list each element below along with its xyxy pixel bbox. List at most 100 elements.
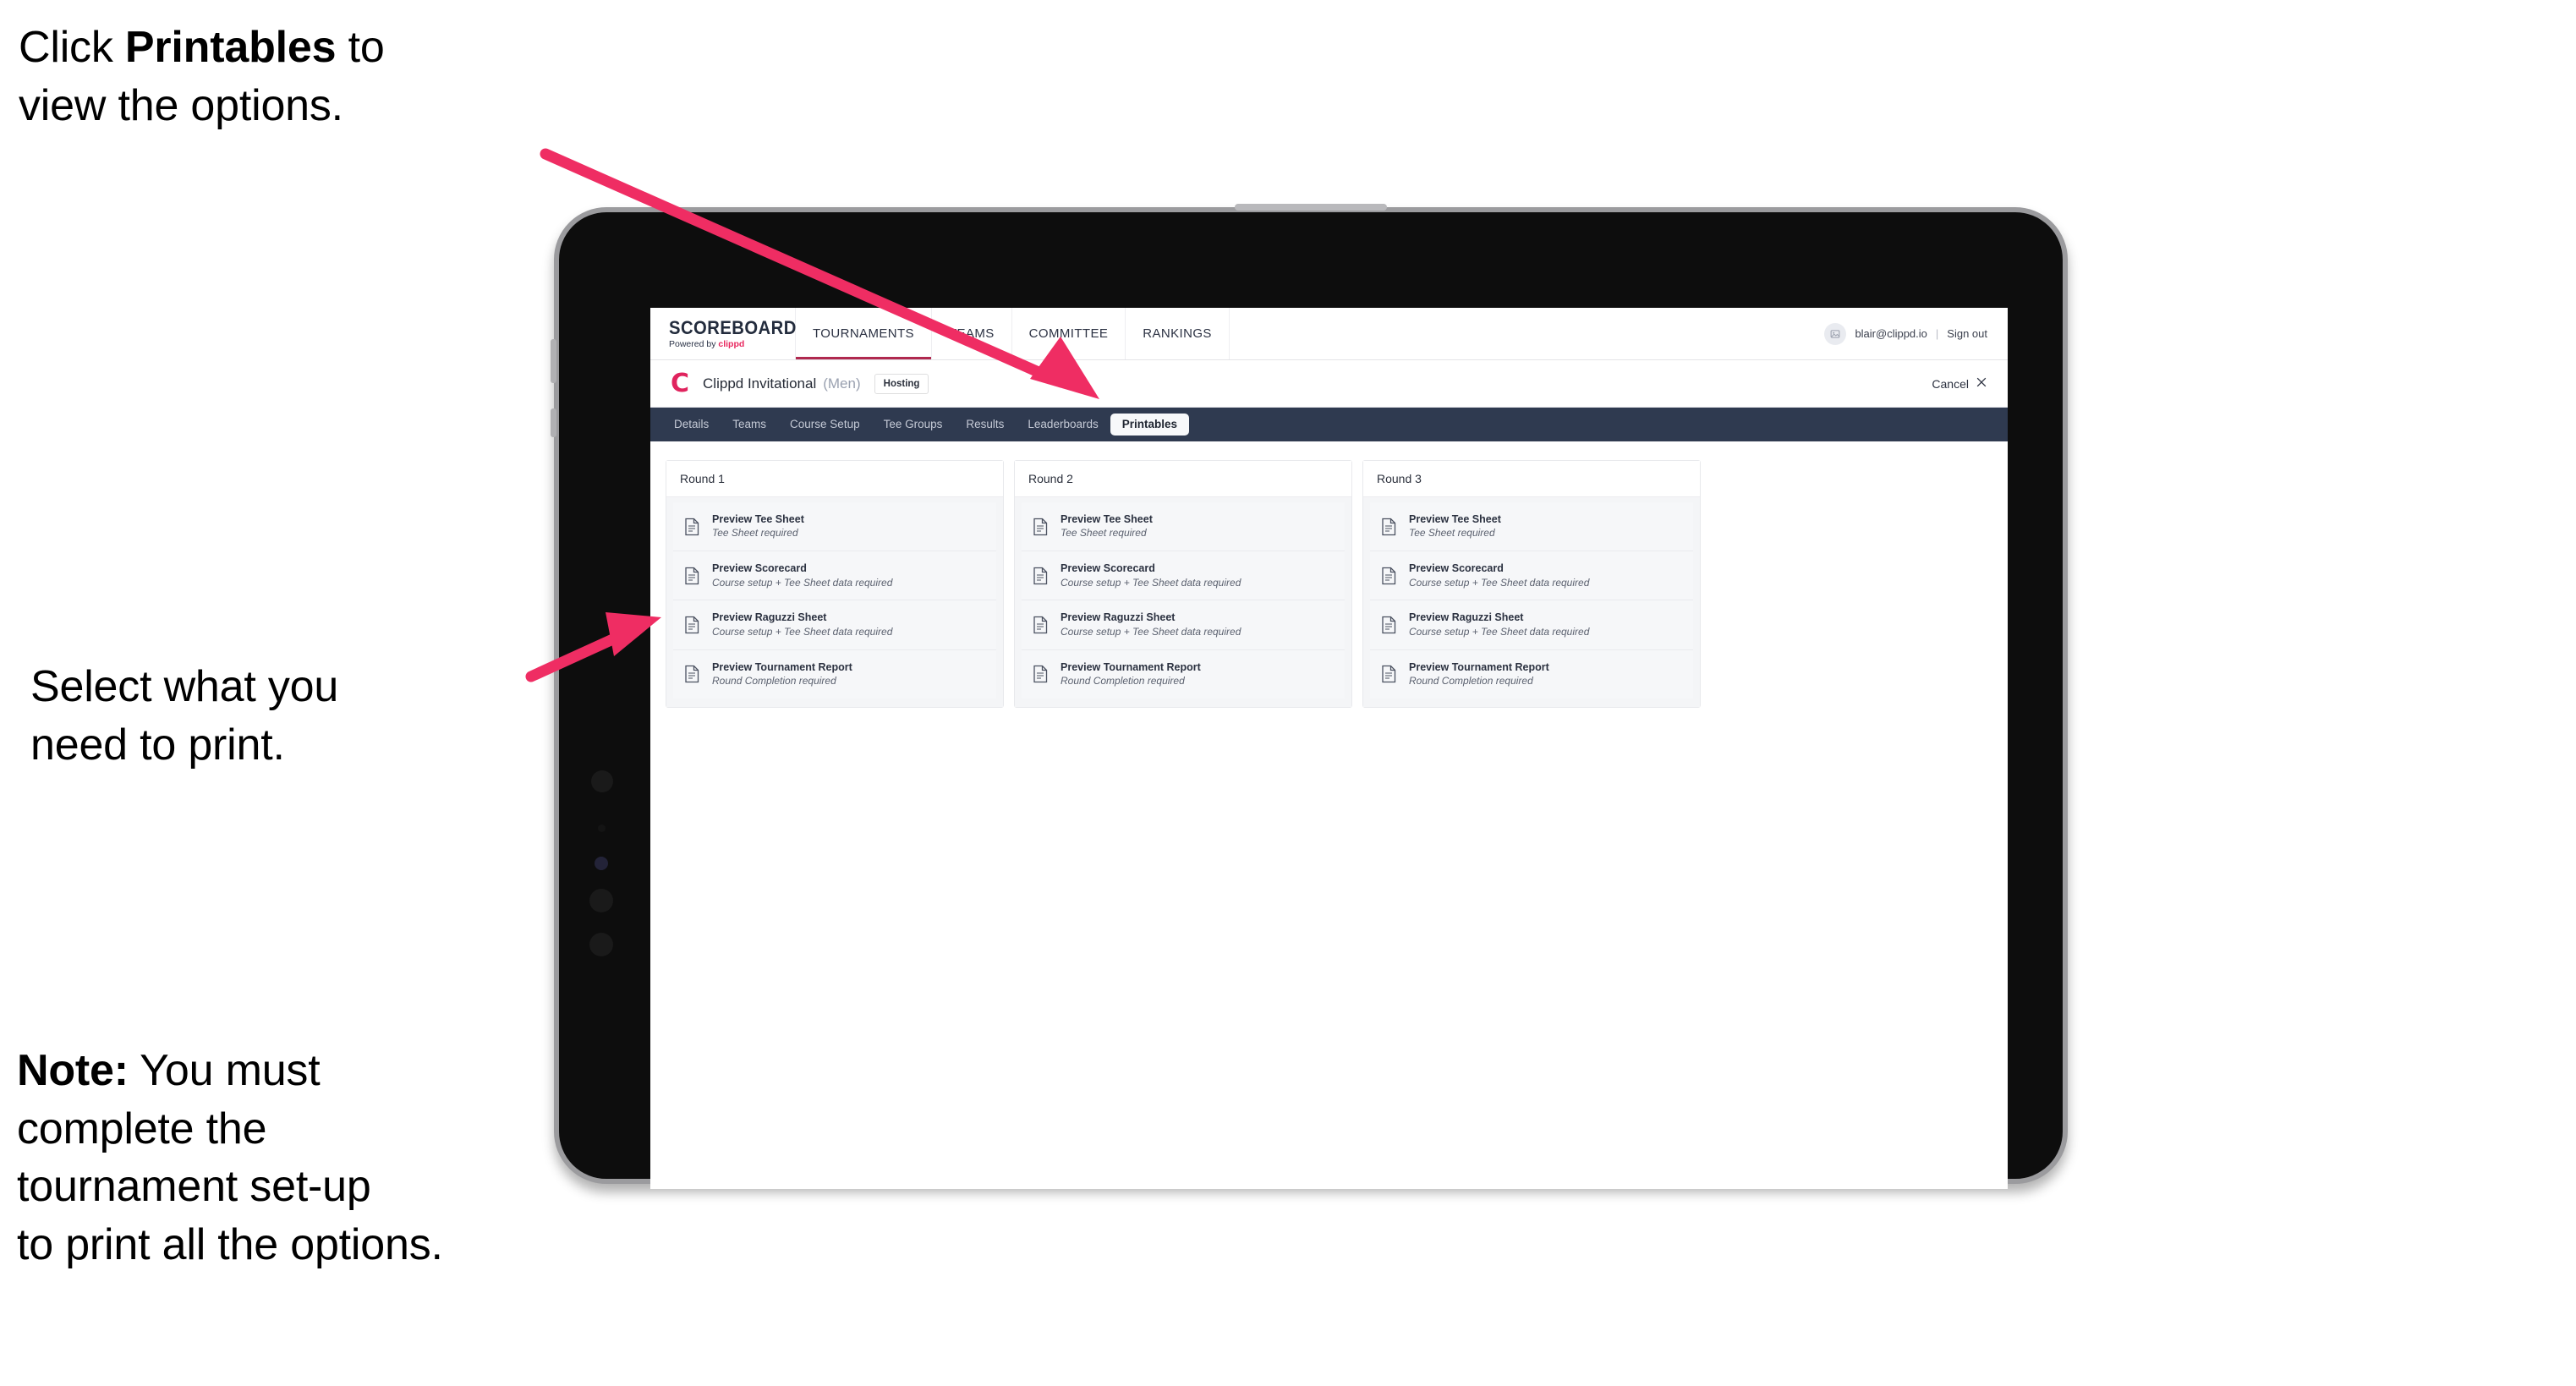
tablet-volume-button[interactable]: [551, 339, 556, 383]
document-icon: [1380, 567, 1397, 585]
tab-printables[interactable]: Printables: [1110, 414, 1190, 436]
logo-wordmark: SCOREBOARD: [669, 316, 797, 338]
tournament-header: C Clippd Invitational (Men) Hosting Canc…: [650, 360, 2008, 408]
printable-item-raguzzi-sheet[interactable]: Preview Raguzzi Sheet Course setup + Tee…: [673, 600, 996, 650]
printable-subtitle: Tee Sheet required: [1061, 527, 1147, 540]
logo-tagline-brand: clippd: [718, 338, 745, 349]
sign-out-link[interactable]: Sign out: [1947, 327, 1987, 340]
printable-text: Preview Tournament Report Round Completi…: [1061, 661, 1201, 688]
round-items-1: Preview Tee Sheet Tee Sheet required Pre…: [666, 497, 1003, 707]
printable-subtitle: Round Completion required: [712, 674, 836, 687]
account-separator: |: [1935, 327, 1939, 340]
annotation-click-printables: Click Printables to view the options.: [19, 19, 577, 134]
annotation-note-label: Note:: [17, 1046, 129, 1095]
printable-item-tournament-report[interactable]: Preview Tournament Report Round Completi…: [1370, 649, 1693, 698]
printable-text: Preview Scorecard Course setup + Tee She…: [1061, 562, 1241, 589]
navbar-item-teams[interactable]: TEAMS: [932, 308, 1012, 359]
navbar-spacer: [1230, 308, 1825, 359]
navbar-item-rankings[interactable]: RANKINGS: [1126, 308, 1230, 359]
printable-title: Preview Tournament Report: [1061, 660, 1201, 673]
tab-results[interactable]: Results: [954, 414, 1016, 436]
printable-item-scorecard[interactable]: Preview Scorecard Course setup + Tee She…: [673, 551, 996, 601]
tab-label-leaderboards: Leaderboards: [1028, 418, 1099, 431]
tablet-camera-icon: [591, 770, 613, 792]
round-title-3: Round 3: [1363, 461, 1700, 497]
tab-leaderboards[interactable]: Leaderboards: [1016, 414, 1110, 436]
printable-title: Preview Tee Sheet: [1061, 513, 1153, 525]
logo-tagline-prefix: Powered by: [669, 338, 719, 349]
navbar-label-committee: COMMITTEE: [1028, 326, 1109, 341]
document-icon: [1032, 518, 1049, 536]
printable-title: Preview Tournament Report: [1409, 660, 1549, 673]
navbar-item-tournaments[interactable]: TOURNAMENTS: [796, 308, 932, 359]
tab-details[interactable]: Details: [662, 414, 721, 436]
document-icon: [683, 567, 700, 585]
round-columns: Round 1 Preview Tee Sheet Tee Sheet requ…: [666, 460, 1992, 708]
document-icon: [1032, 567, 1049, 585]
tab-teams[interactable]: Teams: [721, 414, 778, 436]
tournament-name: Clippd Invitational: [703, 375, 817, 392]
printable-subtitle: Course setup + Tee Sheet data required: [1409, 625, 1590, 638]
printable-item-tournament-report[interactable]: Preview Tournament Report Round Completi…: [673, 649, 996, 698]
scoreboard-logo[interactable]: SCOREBOARD Powered by clippd: [650, 308, 796, 359]
status-badge: Hosting: [874, 373, 929, 394]
navbar-label-teams: TEAMS: [948, 326, 995, 341]
printables-content: Round 1 Preview Tee Sheet Tee Sheet requ…: [650, 441, 2008, 1189]
printable-title: Preview Raguzzi Sheet: [1061, 611, 1176, 624]
document-icon: [1380, 518, 1397, 536]
printable-subtitle: Round Completion required: [1061, 674, 1185, 687]
tab-course-setup[interactable]: Course Setup: [778, 414, 872, 436]
printable-subtitle: Course setup + Tee Sheet data required: [1409, 576, 1590, 589]
printable-item-tee-sheet[interactable]: Preview Tee Sheet Tee Sheet required: [673, 502, 996, 552]
tab-label-printables: Printables: [1121, 418, 1178, 431]
printable-item-tournament-report[interactable]: Preview Tournament Report Round Completi…: [1022, 649, 1345, 698]
document-icon: [683, 518, 700, 536]
round-column-2: Round 2 Preview Tee Sheet Tee Sheet requ…: [1014, 460, 1352, 708]
account-email: blair@clippd.io: [1855, 327, 1927, 340]
printable-item-raguzzi-sheet[interactable]: Preview Raguzzi Sheet Course setup + Tee…: [1022, 600, 1345, 650]
printable-subtitle: Course setup + Tee Sheet data required: [712, 576, 893, 589]
tab-label-results: Results: [966, 418, 1005, 431]
document-icon: [1032, 665, 1049, 683]
navbar-label-rankings: RANKINGS: [1143, 326, 1212, 341]
tab-tee-groups[interactable]: Tee Groups: [872, 414, 955, 436]
tab-label-tee-groups: Tee Groups: [883, 418, 943, 431]
tablet-speaker-strip: [1235, 204, 1387, 211]
printable-title: Preview Tee Sheet: [712, 513, 804, 525]
document-icon: [683, 616, 700, 634]
tab-label-teams: Teams: [732, 418, 767, 431]
round-column-1: Round 1 Preview Tee Sheet Tee Sheet requ…: [666, 460, 1004, 708]
printable-text: Preview Tournament Report Round Completi…: [1409, 661, 1549, 688]
printable-title: Preview Tournament Report: [712, 660, 852, 673]
global-navbar: SCOREBOARD Powered by clippd TOURNAMENTS…: [650, 308, 2008, 360]
annotation-select-to-print: Select what you need to print.: [30, 662, 339, 770]
printable-title: Preview Tee Sheet: [1409, 513, 1501, 525]
tab-label-course-setup: Course Setup: [790, 418, 860, 431]
printable-title: Preview Raguzzi Sheet: [1409, 611, 1524, 624]
tablet-power-button[interactable]: [551, 408, 556, 437]
tablet-device-frame: SCOREBOARD Powered by clippd TOURNAMENTS…: [551, 204, 2068, 1189]
tab-label-details: Details: [674, 418, 710, 431]
document-icon: [1032, 616, 1049, 634]
printable-text: Preview Raguzzi Sheet Course setup + Tee…: [1061, 611, 1241, 638]
printable-text: Preview Tournament Report Round Completi…: [712, 661, 852, 688]
account-area: blair@clippd.io | Sign out: [1824, 308, 2008, 359]
user-avatar-icon[interactable]: [1824, 322, 1847, 345]
printable-item-scorecard[interactable]: Preview Scorecard Course setup + Tee She…: [1022, 551, 1345, 601]
tournament-tab-bar: Details Teams Course Setup Tee Groups Re…: [650, 408, 2008, 441]
cancel-button[interactable]: Cancel: [1932, 376, 1987, 392]
printable-subtitle: Round Completion required: [1409, 674, 1533, 687]
tablet-microphone-icon: [589, 889, 613, 912]
printable-title: Preview Scorecard: [1061, 562, 1155, 575]
printable-text: Preview Tee Sheet Tee Sheet required: [712, 513, 804, 540]
printable-item-raguzzi-sheet[interactable]: Preview Raguzzi Sheet Course setup + Tee…: [1370, 600, 1693, 650]
printable-text: Preview Raguzzi Sheet Course setup + Tee…: [1409, 611, 1589, 638]
tablet-speaker-hole-icon: [589, 933, 613, 956]
printable-item-tee-sheet[interactable]: Preview Tee Sheet Tee Sheet required: [1022, 502, 1345, 552]
clippd-logo-icon: C: [671, 368, 690, 398]
printable-title: Preview Raguzzi Sheet: [712, 611, 827, 624]
printable-subtitle: Course setup + Tee Sheet data required: [712, 625, 893, 638]
printable-item-scorecard[interactable]: Preview Scorecard Course setup + Tee She…: [1370, 551, 1693, 601]
printable-item-tee-sheet[interactable]: Preview Tee Sheet Tee Sheet required: [1370, 502, 1693, 552]
navbar-item-committee[interactable]: COMMITTEE: [1012, 308, 1126, 359]
